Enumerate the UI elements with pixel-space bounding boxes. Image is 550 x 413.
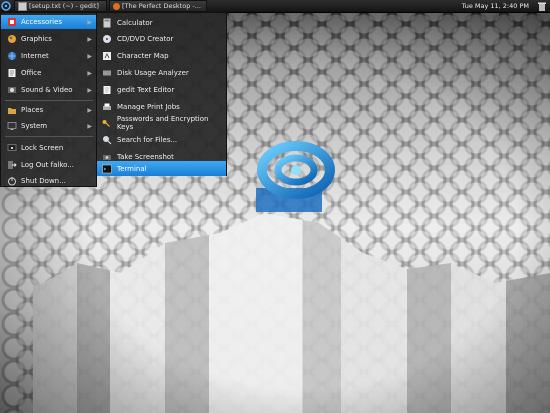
accessories-icon bbox=[6, 17, 17, 28]
menu-item-sound-video[interactable]: Sound & Video ▶ bbox=[1, 83, 96, 97]
menu-item-lock-screen[interactable]: Lock Screen bbox=[1, 141, 96, 155]
menu-item-label: Log Out falko... bbox=[21, 161, 74, 169]
taskbar-item-gedit[interactable]: [setup.txt (~) - gedit] bbox=[14, 0, 107, 12]
main-menu: Accessories ▶ Graphics ▶ Internet ▶ Offi… bbox=[0, 12, 97, 187]
menu-item-system[interactable]: System ▶ bbox=[1, 119, 96, 133]
taskbar-item-label: [setup.txt (~) - gedit] bbox=[29, 2, 99, 10]
submenu-item-disk-usage-analyzer[interactable]: Disk Usage Analyzer bbox=[97, 65, 226, 80]
system-icon bbox=[6, 121, 17, 132]
submenu-item-label: CD/DVD Creator bbox=[117, 34, 174, 43]
menu-item-office[interactable]: Office ▶ bbox=[1, 66, 96, 80]
cd-dvd-icon bbox=[101, 33, 112, 44]
places-icon bbox=[6, 105, 17, 116]
menu-item-label: Accessories bbox=[21, 18, 63, 26]
menu-item-internet[interactable]: Internet ▶ bbox=[1, 49, 96, 63]
submenu-item-print-jobs[interactable]: Manage Print Jobs bbox=[97, 99, 226, 114]
ubuntu-logo-icon bbox=[256, 141, 335, 212]
submenu-item-character-map[interactable]: Character Map bbox=[97, 48, 226, 63]
lock-screen-icon bbox=[6, 143, 17, 154]
logout-icon bbox=[6, 160, 17, 171]
main-menu-button[interactable] bbox=[0, 0, 12, 12]
taskbar-item-browser[interactable]: [The Perfect Desktop -... bbox=[109, 0, 207, 12]
calculator-icon bbox=[101, 17, 112, 28]
menu-item-label: Office bbox=[21, 69, 42, 77]
clock[interactable]: Tue May 11, 2:40 PM bbox=[462, 2, 529, 10]
submenu-arrow-icon: ▶ bbox=[87, 52, 92, 60]
submenu-arrow-icon: ▶ bbox=[87, 35, 92, 43]
menu-item-shut-down[interactable]: Shut Down... bbox=[1, 174, 96, 188]
trash-icon[interactable] bbox=[537, 1, 547, 11]
ubuntu-menu-icon bbox=[1, 1, 11, 11]
menu-item-label: Places bbox=[21, 106, 44, 114]
menu-item-places[interactable]: Places ▶ bbox=[1, 103, 96, 117]
submenu-item-label: Passwords and Encryption Keys bbox=[116, 114, 209, 131]
submenu-item-terminal[interactable]: Terminal bbox=[97, 161, 226, 176]
internet-icon bbox=[6, 51, 17, 62]
menu-item-label: Internet bbox=[21, 52, 49, 60]
menu-item-graphics[interactable]: Graphics ▶ bbox=[1, 32, 96, 46]
menu-item-label: Shut Down... bbox=[21, 177, 66, 185]
submenu-item-label: Terminal bbox=[117, 164, 147, 173]
submenu-item-label: Calculator bbox=[117, 18, 153, 27]
search-icon bbox=[101, 134, 112, 145]
graphics-icon bbox=[6, 34, 17, 45]
menu-separator bbox=[5, 100, 93, 101]
submenu-arrow-icon: ▶ bbox=[87, 122, 92, 130]
submenu-item-gedit[interactable]: gedit Text Editor bbox=[97, 82, 226, 97]
disk-usage-icon bbox=[101, 67, 112, 78]
menu-item-accessories[interactable]: Accessories ▶ bbox=[1, 15, 96, 29]
submenu-arrow-icon: ▶ bbox=[87, 69, 92, 77]
submenu-item-passwords-keys[interactable]: Passwords and Encryption Keys bbox=[97, 114, 226, 131]
submenu-item-label: Manage Print Jobs bbox=[117, 102, 180, 111]
submenu-item-search-files[interactable]: Search for Files... bbox=[97, 132, 226, 147]
character-map-icon bbox=[101, 50, 112, 61]
submenu-item-label: Take Screenshot bbox=[117, 152, 174, 161]
submenu-arrow-icon: ▶ bbox=[87, 86, 92, 94]
text-editor-icon bbox=[18, 1, 27, 11]
office-icon bbox=[6, 68, 17, 79]
menu-item-label: Sound & Video bbox=[21, 86, 73, 94]
submenu-item-label: Character Map bbox=[117, 51, 169, 60]
submenu-arrow-icon: ▶ bbox=[87, 106, 92, 114]
submenu-arrow-icon: ▶ bbox=[87, 18, 92, 26]
text-editor-icon bbox=[101, 84, 112, 95]
menu-item-label: Graphics bbox=[21, 35, 52, 43]
menu-item-log-out[interactable]: Log Out falko... bbox=[1, 158, 96, 172]
browser-icon bbox=[113, 2, 120, 10]
menu-item-label: Lock Screen bbox=[21, 144, 64, 152]
submenu-item-label: gedit Text Editor bbox=[117, 85, 175, 94]
submenu-item-label: Search for Files... bbox=[117, 135, 178, 144]
taskbar-item-label: [The Perfect Desktop -... bbox=[122, 2, 201, 10]
accessories-submenu: Calculator CD/DVD Creator Character Map … bbox=[96, 12, 227, 176]
submenu-item-cd-dvd-creator[interactable]: CD/DVD Creator bbox=[97, 31, 226, 46]
terminal-icon bbox=[101, 163, 112, 174]
submenu-item-calculator[interactable]: Calculator bbox=[97, 15, 226, 30]
menu-separator bbox=[5, 136, 93, 137]
shutdown-icon bbox=[6, 176, 17, 187]
keys-icon bbox=[101, 117, 112, 128]
submenu-item-label: Disk Usage Analyzer bbox=[117, 68, 189, 77]
printer-icon bbox=[101, 101, 112, 112]
sound-video-icon bbox=[6, 85, 17, 96]
menu-item-label: System bbox=[21, 122, 48, 130]
